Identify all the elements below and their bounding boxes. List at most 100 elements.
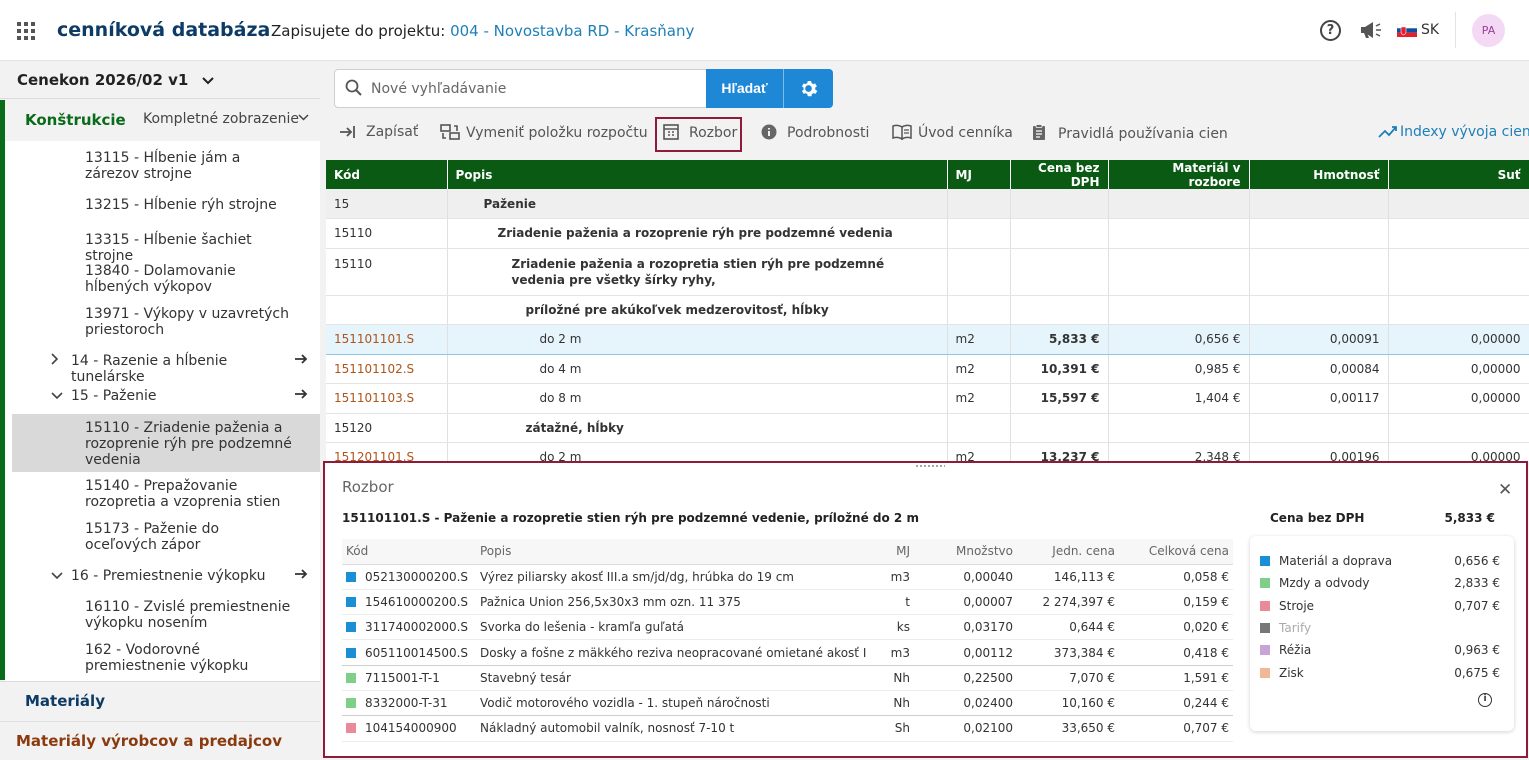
tree-item[interactable]: 13315 - Hĺbenie šachiet strojne	[85, 232, 295, 264]
apps-grid-icon[interactable]	[17, 22, 35, 40]
cell-unit-price-text: 373,384 €	[1053, 645, 1115, 660]
section-vendor-materials[interactable]: Materiály výrobcov a predajcov	[0, 721, 320, 760]
breakdown-row[interactable]: 8332000-T-31 Vodič motorového vozidla - 1…	[342, 690, 1233, 717]
language-selector[interactable]: SK	[1421, 22, 1439, 44]
insert-arrow-icon[interactable]	[295, 353, 309, 369]
breakdown-row[interactable]: 104154000900 Nákladný automobil valník, n…	[342, 715, 1233, 742]
cell-code[interactable]: 151101101.S	[326, 324, 448, 355]
tree-group-16[interactable]: 16 - Premiestnenie výkopku	[51, 568, 308, 584]
tree-item[interactable]: 162 - Vodorovné premiestnenie výkopku	[85, 642, 295, 674]
chevron-right-icon[interactable]	[51, 353, 59, 369]
slovak-flag-icon[interactable]	[1396, 23, 1418, 37]
cell-qty-text: 0,02100	[963, 721, 1013, 736]
tree-item[interactable]: 13971 - Výkopy v uzavretých priestoroch	[85, 306, 295, 338]
tab-konstrukcie[interactable]: Konštrukcie	[25, 111, 126, 129]
close-icon[interactable]: ✕	[1498, 480, 1512, 500]
help-icon[interactable]: ?	[1320, 20, 1341, 41]
replace-item-button[interactable]: Vymeniť položku rozpočtu	[440, 124, 648, 144]
cell-code[interactable]: 151201101.S	[326, 442, 448, 462]
col-code[interactable]: Kód	[326, 160, 448, 189]
col-material[interactable]: Materiál v rozbore	[1108, 160, 1250, 189]
table-row[interactable]: 15110 Zriadenie paženia a rozopretia sti…	[326, 248, 1529, 296]
project-link[interactable]: 004 - Novostavba RD - Krasňany	[450, 22, 694, 40]
cell-material	[1108, 248, 1250, 296]
cell-qty: 0,00007	[914, 589, 1017, 616]
cell-desc: Paženie	[447, 189, 948, 219]
tree-item-selected[interactable]: 15110 - Zriadenie paženia a rozoprenie r…	[85, 420, 295, 468]
details-label: Podrobnosti	[787, 125, 870, 141]
table-row[interactable]: 15 Paženie	[326, 189, 1529, 219]
tree-group-14[interactable]: 14 - Razenie a hĺbenie tunelárske	[51, 353, 308, 385]
cell-unit: m2	[947, 383, 1011, 414]
legend-label: Zisk	[1279, 665, 1304, 680]
cell-qty: 0,00112	[914, 639, 1017, 666]
cell-code[interactable]: 151101103.S	[326, 383, 448, 414]
col-price[interactable]: Cena bez DPH	[1010, 160, 1109, 189]
info-icon[interactable]: i	[1478, 693, 1492, 707]
tree-item[interactable]: 15173 - Paženie do oceľových zápor	[85, 521, 295, 553]
insert-arrow-icon[interactable]	[295, 568, 309, 584]
pricing-rules-button[interactable]: Pravidlá používania cien	[1032, 124, 1228, 144]
search-button[interactable]: Hľadať	[706, 69, 783, 108]
chevron-down-icon[interactable]	[298, 110, 309, 124]
cell-qty-text: 0,00040	[963, 569, 1013, 584]
tree-item[interactable]: 16110 - Zvislé premiestnenie výkopku nos…	[85, 599, 295, 631]
cell-debris	[1388, 248, 1529, 296]
table-row[interactable]: 151101103.S do 8 m m2 15,597 € 1,404 € 0…	[326, 383, 1529, 414]
cell-unit: ks	[872, 614, 914, 641]
table-row[interactable]: príložné pre akúkoľvek medzerovitosť, hĺ…	[326, 295, 1529, 325]
chevron-down-icon[interactable]	[51, 388, 63, 404]
cell-unit-price: 10,160 €	[1017, 690, 1119, 717]
tree-group-15[interactable]: 15 - Paženie	[51, 388, 308, 404]
col-unit[interactable]: MJ	[947, 160, 1011, 189]
info-icon	[761, 124, 781, 144]
table-row[interactable]: 15110 Zriadenie paženia a rozoprenie rýh…	[326, 218, 1529, 249]
col-mass[interactable]: Hmotnosť	[1249, 160, 1389, 189]
price-index-link[interactable]: Indexy vývoja cien	[1378, 124, 1529, 144]
cell-price: 13,237 €	[1010, 442, 1109, 462]
col-total-price: Celková cena	[1119, 539, 1233, 565]
catalog-selector[interactable]: Cenekon 2026/02 v1	[0, 61, 320, 99]
legend-item: Zisk 0,675 €	[1260, 666, 1500, 684]
panel-item-title: 151101101.S - Paženie a rozopretie stien…	[342, 511, 919, 525]
search-settings-button[interactable]	[783, 69, 833, 108]
table-row[interactable]: 151201101.S do 2 m m2 13,237 € 2,348 € 0…	[326, 442, 1529, 462]
col-desc[interactable]: Popis	[447, 160, 948, 189]
app-title[interactable]: cenníková databáza	[57, 19, 270, 41]
catalog-intro-button[interactable]: Úvod cenníka	[892, 124, 1013, 144]
tree-item[interactable]: 13115 - Hĺbenie jám a zárezov strojne	[85, 150, 295, 182]
write-button[interactable]: Zapísať	[340, 124, 418, 144]
cell-desc-text: Vodič motorového vozidla - 1. stupeň nár…	[480, 696, 770, 711]
cell-total-text: 0,020 €	[1183, 620, 1229, 635]
category-tree: 13115 - Hĺbenie jám a zárezov strojne 13…	[5, 141, 320, 681]
view-mode-select[interactable]: Kompletné zobrazenie	[143, 111, 299, 127]
table-header: Kód Popis MJ Cena bez DPH Materiál v roz…	[326, 160, 1529, 189]
cell-mass: 0,00117	[1249, 383, 1389, 414]
breakdown-row[interactable]: 154610000200.S Pažnica Union 256,5x30x3 m…	[342, 589, 1233, 616]
user-avatar[interactable]: PA	[1472, 14, 1505, 47]
breakdown-row[interactable]: 311740002000.S Svorka do lešenia - kramľa…	[342, 614, 1233, 641]
table-row-selected[interactable]: 151101101.S do 2 m m2 5,833 € 0,656 € 0,…	[326, 324, 1529, 355]
table-row[interactable]: 15120 zátažné, hĺbky	[326, 413, 1529, 443]
insert-arrow-icon[interactable]	[295, 388, 309, 404]
cell-debris: 0,00000	[1388, 354, 1529, 384]
breakdown-row[interactable]: 605110014500.S Dosky a fošne z mäkkého re…	[342, 639, 1233, 666]
chevron-down-icon[interactable]	[51, 568, 63, 584]
cell-code-text: 311740002000.S	[365, 620, 469, 635]
megaphone-icon[interactable]	[1359, 20, 1383, 42]
tree-item[interactable]: 15140 - Prepažovanie rozopretia a vzopre…	[85, 478, 295, 510]
tree-item[interactable]: 13215 - Hĺbenie rýh strojne	[85, 197, 295, 213]
cell-desc: príložné pre akúkoľvek medzerovitosť, hĺ…	[447, 295, 948, 325]
col-debris[interactable]: Suť	[1388, 160, 1529, 189]
tree-item[interactable]: 13840 - Dolamovanie hĺbených výkopov	[85, 263, 295, 295]
cell-code[interactable]: 151101102.S	[326, 354, 448, 384]
table-row[interactable]: 151101102.S do 4 m m2 10,391 € 0,985 € 0…	[326, 354, 1529, 384]
breakdown-row[interactable]: 052130000200.S Výrez piliarsky akosť III.…	[342, 564, 1233, 590]
breakdown-row[interactable]: 7115001-T-1 Stavebný tesár Nh 0,22500 7,070 …	[342, 665, 1233, 691]
cell-total-text: 0,244 €	[1183, 696, 1229, 711]
search-input[interactable]	[371, 78, 691, 100]
panel-resize-handle[interactable]	[915, 464, 945, 468]
details-button[interactable]: Podrobnosti	[761, 124, 869, 144]
rozbor-button[interactable]: Rozbor	[663, 124, 737, 144]
section-materialy[interactable]: Materiály	[0, 681, 320, 721]
